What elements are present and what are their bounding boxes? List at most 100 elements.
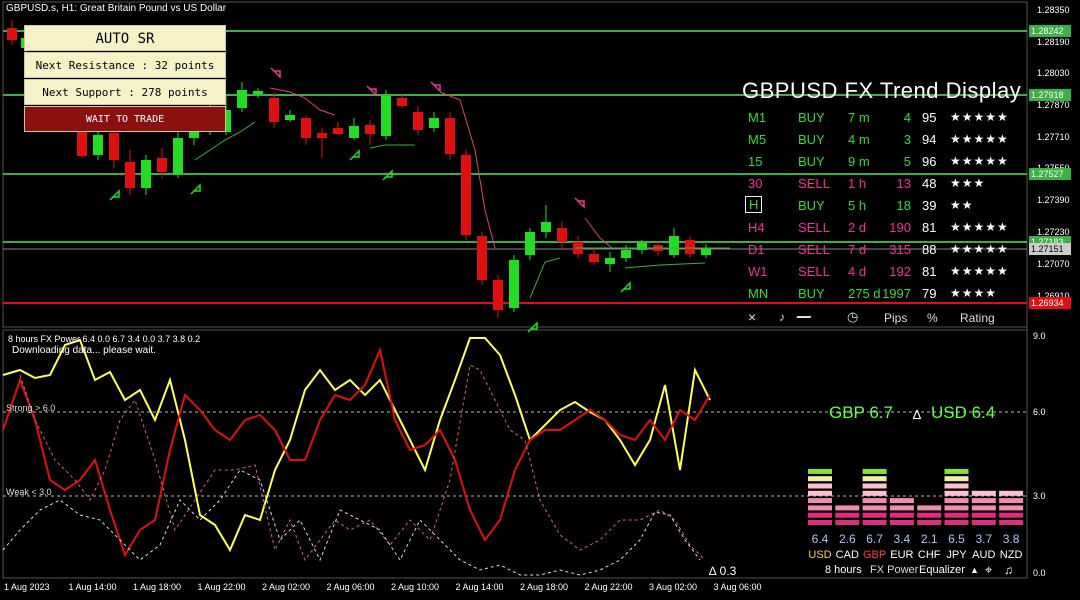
trend-pips: 5 [903,154,911,169]
close-icon[interactable]: × [748,309,756,325]
percent-header: % [927,311,938,325]
trend-dir: SELL [798,264,830,279]
candle-body [541,222,551,232]
chart-icon[interactable] [794,316,812,321]
candle-body [109,133,119,160]
trend-dir: BUY [798,154,825,169]
candle-body [317,133,327,138]
sound-icon-2[interactable]: ♫ [1004,563,1013,577]
trend-tf: 15 [748,154,763,169]
fx-power-label[interactable]: FX Power [870,564,918,576]
equalizer-bars [808,468,1024,525]
equalizer-segment [862,498,887,504]
status-text: Downloading data... please wait. [12,345,156,356]
price-tag: 1.28242 [1029,25,1071,37]
candle-body [285,115,295,120]
arrow-up-icon[interactable]: ▲ [970,565,979,575]
trend-dur: 5 h [848,198,867,213]
currency-label-gbp: GBP [862,549,887,561]
trend-pips: 13 [896,176,911,191]
time-tick-label: 2 Aug 14:00 [455,582,504,592]
trend-dir: SELL [798,242,830,257]
wait-to-trade-button[interactable]: WAIT TO TRADE [24,106,226,132]
trend-row-m5[interactable]: M5 BUY 4 m 3 94 ★★★★★ [735,130,1025,150]
price-tick-label: 1.27710 [1037,132,1070,142]
equalizer-segment [944,483,969,489]
trend-pips: 192 [889,264,911,279]
equalizer-segment [862,505,887,511]
trend-row-d1[interactable]: D1 SELL 7 d 315 88 ★★★★★ [735,240,1025,260]
currency-label-eur: EUR [890,549,914,561]
trend-tf: H [745,196,763,213]
trend-row-m1[interactable]: M1 BUY 7 m 4 95 ★★★★★ [735,108,1025,128]
power-tick-label: 9.0 [1033,331,1046,341]
power-tick-label: 6.0 [1033,407,1046,417]
equalizer-segment [835,512,860,518]
equalizer-segment [999,505,1024,511]
trend-stars: ★★★★★ [950,154,1009,168]
sound-icon[interactable]: ♪ [779,310,785,324]
clock-icon[interactable]: ◷ [847,309,858,325]
price-tick-label: 1.27390 [1037,195,1070,205]
candle-body [637,243,647,250]
equalizer-segment [808,476,832,482]
equalizer-label[interactable]: Equalizer [919,564,965,576]
candle-body [429,118,439,128]
usd-readout: USD 6.4 [931,403,996,422]
auto-sr-title: AUTO SR [24,25,226,51]
candle-body [621,250,631,258]
equalizer-value: 3.7 [975,532,993,546]
trend-dur: 4 m [848,132,870,147]
equalizer-value: 2.6 [838,532,856,546]
candle-body [669,236,679,255]
trend-tf: H4 [748,220,765,235]
candle-body [381,96,391,136]
trend-row-h4[interactable]: H4 SELL 2 d 190 81 ★★★★★ [735,218,1025,238]
candle-body [525,232,535,255]
price-tag: 1.27527 [1029,168,1071,180]
trend-row-15[interactable]: 15 BUY 9 m 5 96 ★★★★★ [735,152,1025,172]
trend-line-pink [269,87,336,116]
time-tick-label: 2 Aug 02:00 [262,582,311,592]
candle-body [477,236,487,280]
sell-arrow-icon [366,85,377,97]
buy-arrow-icon [620,281,631,293]
candle-body [685,240,695,254]
time-tick-label: 3 Aug 06:00 [713,582,762,592]
trend-pips: 3 [903,132,911,147]
time-tick-label: 1 Aug 18:00 [133,582,182,592]
trend-dir: BUY [798,198,825,213]
candle-body [77,130,87,156]
trend-stars: ★★★★ [950,286,998,300]
trend-line-green [369,144,415,149]
equalizer-segment [862,468,887,474]
trend-dir: SELL [798,220,830,235]
candle-body [701,248,711,255]
time-tick-label: 1 Aug 14:00 [68,582,117,592]
trend-row-30[interactable]: 30 SELL 1 h 13 48 ★★★ [735,174,1025,194]
period-label[interactable]: 8 hours [825,564,862,576]
crosshair-icon[interactable]: ⌖ [985,562,992,578]
equalizer-segment [999,520,1024,525]
candle-body [509,260,519,308]
equalizer-segment [971,490,996,496]
candle-body [7,28,17,40]
trend-tf: D1 [748,242,765,257]
trend-row-h[interactable]: H BUY 5 h 18 39 ★★ [735,196,1025,216]
trend-row-mn[interactable]: MN BUY 275 d 1997 79 ★★★★ [735,284,1025,304]
trend-pct: 79 [922,286,937,301]
equalizer-segment [808,505,832,511]
delta-value: ∆ 0.3 [709,564,737,578]
equalizer-segment [835,505,860,511]
price-tick-label: 1.28190 [1037,37,1070,47]
trend-pips: 1997 [882,286,911,301]
trend-row-w1[interactable]: W1 SELL 4 d 192 81 ★★★★★ [735,262,1025,282]
equalizer-value: 2.1 [920,532,938,546]
power-tick-label: 3.0 [1033,491,1046,501]
sell-arrow-icon [574,197,585,209]
trend-display-title: GBPUSD FX Trend Display [742,78,1022,103]
equalizer-segment [862,520,887,525]
buy-arrow-icon [382,169,393,181]
currency-label-aud: AUD [972,549,996,561]
weak-label: Weak < 3.0 [6,487,52,497]
